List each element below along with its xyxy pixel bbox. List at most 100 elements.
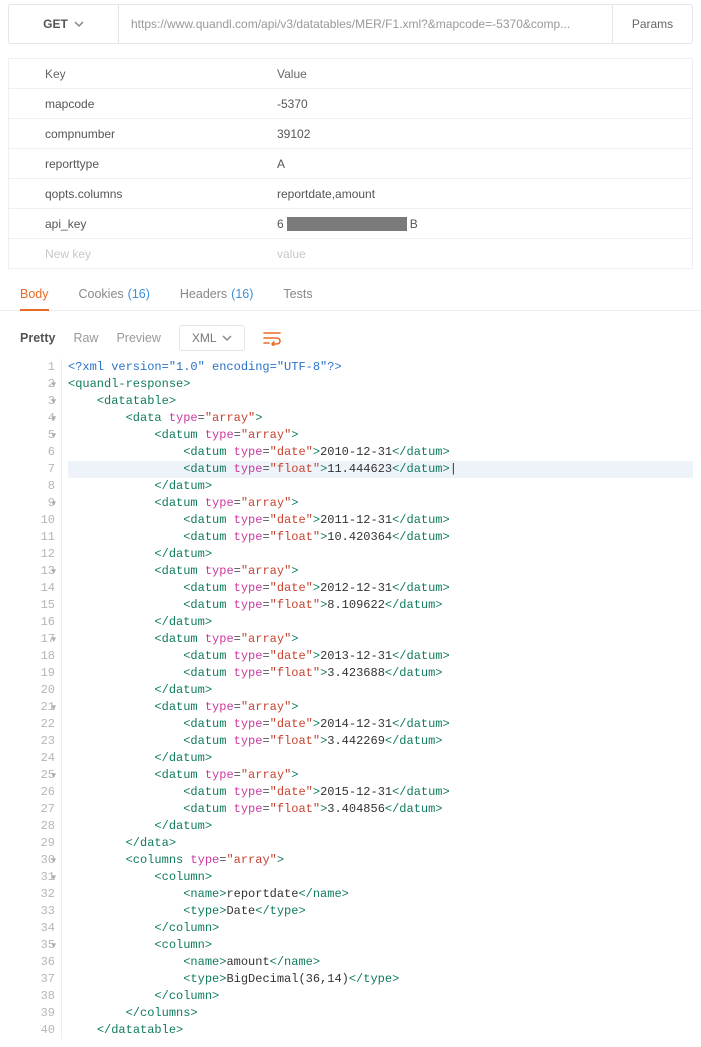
request-bar: GET https://www.quandl.com/api/v3/datata… bbox=[8, 4, 693, 44]
code-area[interactable]: <?xml version="1.0" encoding="UTF-8"?><q… bbox=[62, 359, 693, 1039]
http-method-dropdown[interactable]: GET bbox=[9, 5, 119, 43]
code-line[interactable]: </datum> bbox=[68, 750, 693, 767]
code-line[interactable]: <column> bbox=[68, 869, 693, 886]
code-line[interactable]: <datum type="float">3.423688</datum> bbox=[68, 665, 693, 682]
code-line[interactable]: <datum type="array"> bbox=[68, 427, 693, 444]
tab-body[interactable]: Body bbox=[20, 287, 49, 311]
param-value[interactable]: 39102 bbox=[277, 119, 692, 148]
code-line[interactable]: </datatable> bbox=[68, 1022, 693, 1039]
params-button[interactable]: Params bbox=[612, 5, 692, 43]
code-line[interactable]: <datum type="float">8.109622</datum> bbox=[68, 597, 693, 614]
param-row[interactable]: mapcode-5370 bbox=[9, 88, 692, 118]
code-line[interactable]: <datum type="array"> bbox=[68, 495, 693, 512]
fold-toggle-icon[interactable]: ▾ bbox=[51, 428, 56, 445]
pretty-button[interactable]: Pretty bbox=[20, 331, 55, 345]
fold-toggle-icon[interactable]: ▾ bbox=[51, 564, 56, 581]
param-key[interactable]: compnumber bbox=[9, 119, 277, 148]
param-key[interactable]: mapcode bbox=[9, 89, 277, 118]
code-line[interactable]: <type>Date</type> bbox=[68, 903, 693, 920]
params-label: Params bbox=[632, 17, 673, 31]
params-grid: Key Value mapcode-5370compnumber39102rep… bbox=[8, 58, 693, 269]
code-line[interactable]: <columns type="array"> bbox=[68, 852, 693, 869]
param-key[interactable]: api_key bbox=[9, 209, 277, 238]
fold-toggle-icon[interactable]: ▾ bbox=[51, 394, 56, 411]
code-line[interactable]: <datum type="array"> bbox=[68, 699, 693, 716]
code-line[interactable]: <data type="array"> bbox=[68, 410, 693, 427]
code-line[interactable]: <datum type="date">2011-12-31</datum> bbox=[68, 512, 693, 529]
code-line[interactable]: <name>reportdate</name> bbox=[68, 886, 693, 903]
code-line[interactable]: <datum type="date">2015-12-31</datum> bbox=[68, 784, 693, 801]
param-key[interactable]: qopts.columns bbox=[9, 179, 277, 208]
code-line[interactable]: </datum> bbox=[68, 682, 693, 699]
headers-count: (16) bbox=[231, 287, 253, 302]
code-line[interactable]: </data> bbox=[68, 835, 693, 852]
code-line[interactable]: <datum type="array"> bbox=[68, 631, 693, 648]
code-line[interactable]: <datum type="array"> bbox=[68, 767, 693, 784]
code-line[interactable]: <quandl-response> bbox=[68, 376, 693, 393]
url-input[interactable]: https://www.quandl.com/api/v3/datatables… bbox=[119, 5, 612, 43]
http-method-label: GET bbox=[43, 17, 68, 31]
code-line[interactable]: <datum type="float">10.420364</datum> bbox=[68, 529, 693, 546]
param-row[interactable]: qopts.columnsreportdate,amount bbox=[9, 178, 692, 208]
fold-toggle-icon[interactable]: ▾ bbox=[51, 938, 56, 955]
fold-toggle-icon[interactable]: ▾ bbox=[51, 853, 56, 870]
param-row[interactable]: compnumber39102 bbox=[9, 118, 692, 148]
code-line[interactable]: <datum type="float">3.404856</datum> bbox=[68, 801, 693, 818]
chevron-down-icon bbox=[222, 333, 232, 343]
param-value[interactable]: 6B bbox=[277, 209, 692, 238]
preview-button[interactable]: Preview bbox=[116, 331, 160, 345]
tab-cookies[interactable]: Cookies(16) bbox=[79, 287, 150, 302]
fold-toggle-icon[interactable]: ▾ bbox=[51, 411, 56, 428]
param-row[interactable]: api_key6B bbox=[9, 208, 692, 238]
new-key-input[interactable]: New key bbox=[9, 239, 277, 268]
new-param-row[interactable]: New key value bbox=[9, 238, 692, 268]
format-dropdown[interactable]: XML bbox=[179, 325, 245, 351]
redacted-icon bbox=[287, 217, 407, 231]
code-line[interactable]: </columns> bbox=[68, 1005, 693, 1022]
code-line[interactable]: </datum> bbox=[68, 478, 693, 495]
response-toolbar: Pretty Raw Preview XML bbox=[0, 311, 701, 359]
param-value[interactable]: A bbox=[277, 149, 692, 178]
code-line[interactable]: </column> bbox=[68, 920, 693, 937]
code-line[interactable]: <type>BigDecimal(36,14)</type> bbox=[68, 971, 693, 988]
code-line[interactable]: <datum type="date">2014-12-31</datum> bbox=[68, 716, 693, 733]
fold-toggle-icon[interactable]: ▾ bbox=[51, 632, 56, 649]
param-value[interactable]: -5370 bbox=[277, 89, 692, 118]
code-line[interactable]: <datum type="date">2012-12-31</datum> bbox=[68, 580, 693, 597]
code-line[interactable]: <datum type="date">2010-12-31</datum> bbox=[68, 444, 693, 461]
format-label: XML bbox=[192, 331, 217, 345]
param-key[interactable]: reporttype bbox=[9, 149, 277, 178]
line-gutter: 12▾3▾4▾5▾6789▾10111213▾14151617▾18192021… bbox=[20, 359, 62, 1039]
new-value-input[interactable]: value bbox=[277, 239, 692, 268]
code-line[interactable]: <datum type="float">3.442269</datum> bbox=[68, 733, 693, 750]
code-line[interactable]: </datum> bbox=[68, 818, 693, 835]
response-tabs: Body Cookies(16) Headers(16) Tests bbox=[0, 269, 701, 311]
fold-toggle-icon[interactable]: ▾ bbox=[51, 700, 56, 717]
tab-headers[interactable]: Headers(16) bbox=[180, 287, 253, 302]
cookies-count: (16) bbox=[128, 287, 150, 302]
code-line[interactable]: <name>amount</name> bbox=[68, 954, 693, 971]
code-line[interactable]: <datatable> bbox=[68, 393, 693, 410]
raw-button[interactable]: Raw bbox=[73, 331, 98, 345]
code-line[interactable]: </column> bbox=[68, 988, 693, 1005]
code-line[interactable]: <?xml version="1.0" encoding="UTF-8"?> bbox=[68, 359, 693, 376]
tab-tests[interactable]: Tests bbox=[283, 287, 312, 302]
params-header-row: Key Value bbox=[9, 58, 692, 88]
param-value[interactable]: reportdate,amount bbox=[277, 179, 692, 208]
fold-toggle-icon[interactable]: ▾ bbox=[51, 496, 56, 513]
fold-toggle-icon[interactable]: ▾ bbox=[51, 377, 56, 394]
url-text: https://www.quandl.com/api/v3/datatables… bbox=[131, 17, 570, 31]
fold-toggle-icon[interactable]: ▾ bbox=[51, 870, 56, 887]
code-line[interactable]: </datum> bbox=[68, 614, 693, 631]
param-row[interactable]: reporttypeA bbox=[9, 148, 692, 178]
fold-toggle-icon[interactable]: ▾ bbox=[51, 768, 56, 785]
code-line[interactable]: <datum type="date">2013-12-31</datum> bbox=[68, 648, 693, 665]
code-line[interactable]: </datum> bbox=[68, 546, 693, 563]
code-line[interactable]: <datum type="array"> bbox=[68, 563, 693, 580]
wrap-lines-icon[interactable] bbox=[263, 330, 281, 346]
code-line[interactable]: <datum type="float">11.444623</datum>| bbox=[68, 461, 693, 478]
response-editor[interactable]: 12▾3▾4▾5▾6789▾10111213▾14151617▾18192021… bbox=[20, 359, 693, 1039]
key-header: Key bbox=[9, 59, 277, 88]
chevron-down-icon bbox=[74, 19, 84, 29]
code-line[interactable]: <column> bbox=[68, 937, 693, 954]
